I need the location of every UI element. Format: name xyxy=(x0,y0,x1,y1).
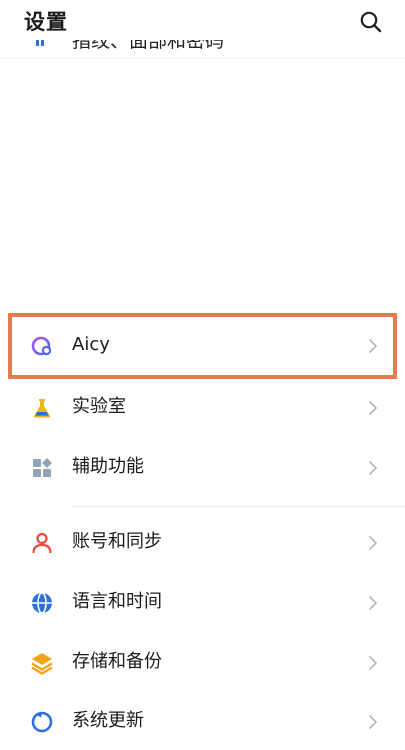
header-divider xyxy=(0,58,405,59)
settings-item-accessibility[interactable]: 辅助功能 xyxy=(0,440,405,496)
settings-item-storage-backup[interactable]: 存储和备份 xyxy=(0,635,405,691)
settings-item-label: 系统更新 xyxy=(72,710,144,731)
globe-icon xyxy=(32,592,52,614)
chevron-right-icon xyxy=(369,596,377,610)
settings-item-label: 指纹、面部和密码 xyxy=(72,40,225,52)
chevron-right-icon xyxy=(369,401,377,415)
chevron-right-icon xyxy=(369,656,377,670)
refresh-icon xyxy=(31,711,53,733)
settings-item-label: 存储和备份 xyxy=(72,651,162,672)
user-icon xyxy=(32,532,52,554)
settings-item-system-update[interactable]: 系统更新 xyxy=(0,694,405,750)
search-icon[interactable] xyxy=(359,10,383,34)
settings-item-label: 语言和时间 xyxy=(72,591,162,612)
settings-item-account-sync[interactable]: 账号和同步 xyxy=(0,515,405,571)
flask-icon xyxy=(33,399,51,418)
settings-item-label: 实验室 xyxy=(72,396,126,417)
highlight-box xyxy=(8,313,397,379)
accessibility-grid-icon xyxy=(33,458,52,477)
page-title: 设置 xyxy=(24,10,68,34)
chevron-right-icon xyxy=(369,536,377,550)
layers-icon xyxy=(31,653,53,675)
settings-item-lab[interactable]: 实验室 xyxy=(0,380,405,436)
chevron-right-icon xyxy=(369,715,377,729)
settings-item-label: 辅助功能 xyxy=(72,456,144,477)
settings-item-label: 账号和同步 xyxy=(72,531,162,552)
section-divider xyxy=(72,506,405,507)
fingerprint-icon xyxy=(36,40,44,46)
settings-item-language-time[interactable]: 语言和时间 xyxy=(0,575,405,631)
chevron-right-icon xyxy=(369,461,377,475)
